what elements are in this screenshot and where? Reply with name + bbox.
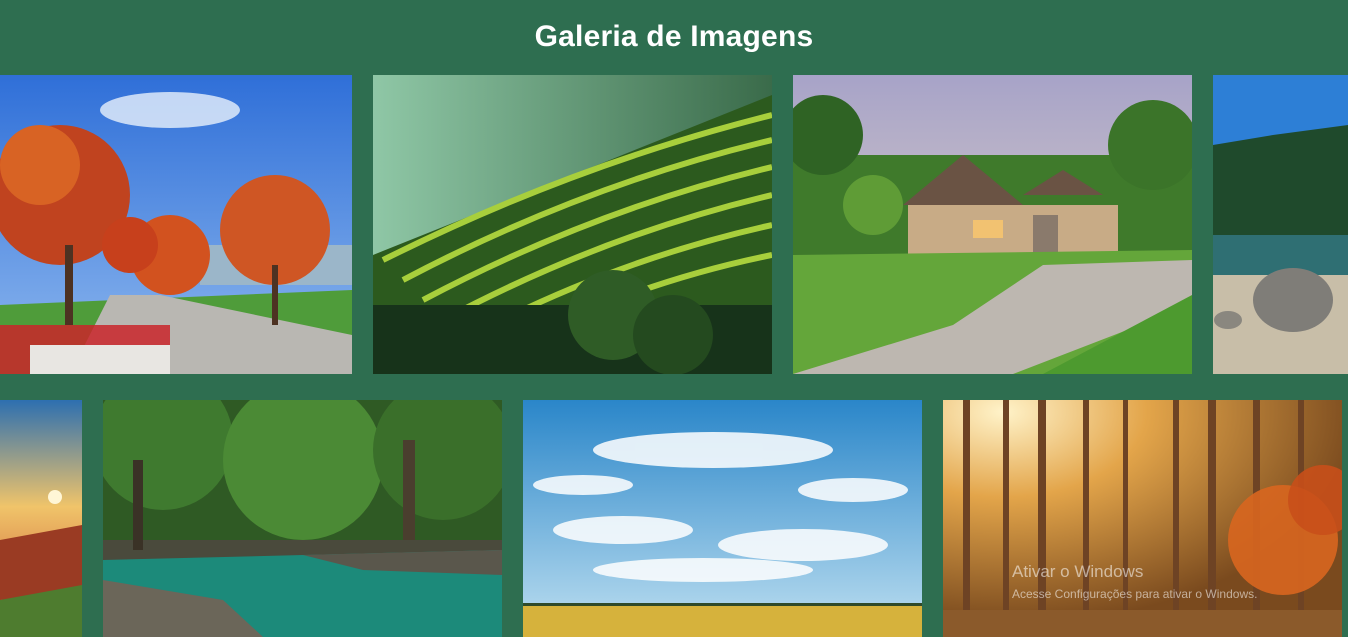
page-header: Galeria de Imagens: [0, 0, 1348, 74]
gallery-image-autumn-park[interactable]: [0, 75, 352, 374]
house-image: [793, 75, 1192, 374]
gallery-image-rice-terraces[interactable]: [373, 75, 772, 374]
forest-river-image: [103, 400, 502, 637]
rice-terraces-image: [373, 75, 772, 374]
gallery-image-sky-field[interactable]: [523, 400, 922, 637]
gallery-image-forest-river[interactable]: [103, 400, 502, 637]
gallery-image-house[interactable]: [793, 75, 1192, 374]
gallery-image-lake[interactable]: [1213, 75, 1348, 374]
gallery-image-autumn-forest[interactable]: [943, 400, 1342, 637]
sky-field-image: [523, 400, 922, 637]
gallery-image-sunset-hills[interactable]: [0, 400, 82, 637]
autumn-park-image: [0, 75, 352, 374]
autumn-forest-image: [943, 400, 1342, 637]
sunset-hills-image: [0, 400, 82, 637]
lake-image: [1213, 75, 1348, 374]
page-title: Galeria de Imagens: [534, 20, 814, 53]
